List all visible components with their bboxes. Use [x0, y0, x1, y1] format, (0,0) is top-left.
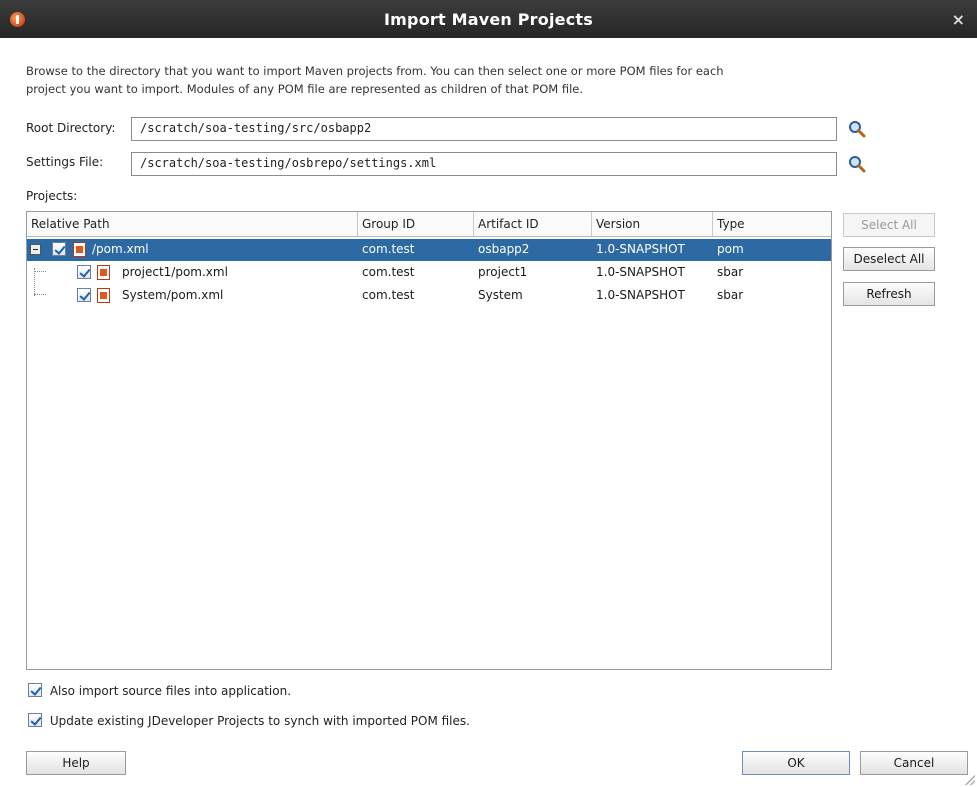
help-button[interactable]: Help [26, 751, 126, 775]
column-header-version[interactable]: Version [592, 212, 713, 237]
table-row[interactable]: System/pom.xml com.test System 1.0-SNAPS… [27, 285, 831, 307]
cell-type: sbar [717, 265, 744, 279]
projects-table[interactable]: Relative Path Group ID Artifact ID Versi… [26, 211, 832, 670]
pom-file-icon [97, 288, 110, 303]
select-all-button[interactable]: Select All [843, 213, 935, 237]
root-directory-field[interactable]: /scratch/soa-testing/src/osbapp2 [131, 117, 837, 141]
refresh-button[interactable]: Refresh [843, 282, 935, 306]
cell-group-id: com.test [362, 265, 415, 279]
column-header-group-id[interactable]: Group ID [358, 212, 474, 237]
cell-type: pom [717, 242, 744, 256]
cell-group-id: com.test [362, 242, 415, 256]
table-row[interactable]: project1/pom.xml com.test project1 1.0-S… [27, 262, 831, 284]
table-row[interactable]: /pom.xml com.test osbapp2 1.0-SNAPSHOT p… [27, 239, 831, 261]
settings-file-field[interactable]: /scratch/soa-testing/osbrepo/settings.xm… [131, 152, 837, 176]
update-projects-option[interactable]: Update existing JDeveloper Projects to s… [28, 711, 470, 728]
close-icon[interactable]: × [952, 10, 965, 29]
row-checkbox[interactable] [52, 242, 66, 256]
import-sources-option[interactable]: Also import source files into applicatio… [28, 681, 291, 698]
root-directory-browse-magnifier-icon[interactable] [848, 120, 866, 138]
cell-version: 1.0-SNAPSHOT [596, 265, 685, 279]
column-header-relative-path[interactable]: Relative Path [27, 212, 358, 237]
pom-file-icon [97, 265, 110, 280]
intro-text: Browse to the directory that you want to… [26, 62, 856, 98]
settings-file-label: Settings File: [26, 155, 104, 169]
deselect-all-button[interactable]: Deselect All [843, 247, 935, 271]
cell-version: 1.0-SNAPSHOT [596, 242, 685, 256]
collapse-icon[interactable] [30, 244, 41, 255]
settings-file-browse-magnifier-icon[interactable] [848, 155, 866, 173]
row-checkbox[interactable] [77, 288, 91, 302]
resize-grip-icon[interactable] [965, 775, 975, 785]
column-header-type[interactable]: Type [713, 212, 831, 237]
update-projects-checkbox[interactable] [28, 713, 42, 727]
title-bar: Import Maven Projects × [0, 0, 977, 38]
cell-relative-path: project1/pom.xml [122, 265, 228, 279]
table-header: Relative Path Group ID Artifact ID Versi… [27, 212, 831, 237]
column-header-artifact-id[interactable]: Artifact ID [474, 212, 592, 237]
intro-line-1: Browse to the directory that you want to… [26, 64, 724, 78]
ok-button[interactable]: OK [742, 751, 850, 775]
root-directory-label: Root Directory: [26, 121, 116, 135]
update-projects-label: Update existing JDeveloper Projects to s… [49, 714, 470, 728]
cell-artifact-id: osbapp2 [478, 242, 530, 256]
import-sources-checkbox[interactable] [28, 683, 42, 697]
cell-version: 1.0-SNAPSHOT [596, 288, 685, 302]
cell-artifact-id: project1 [478, 265, 528, 279]
cell-group-id: com.test [362, 288, 415, 302]
cell-artifact-id: System [478, 288, 523, 302]
cancel-button[interactable]: Cancel [860, 751, 968, 775]
projects-label: Projects: [26, 189, 78, 203]
cell-type: sbar [717, 288, 744, 302]
window-title: Import Maven Projects [384, 10, 593, 29]
cell-relative-path: System/pom.xml [122, 288, 224, 302]
pom-file-icon [73, 242, 86, 257]
intro-line-2: project you want to import. Modules of a… [26, 82, 583, 96]
row-checkbox[interactable] [77, 265, 91, 279]
import-sources-label: Also import source files into applicatio… [49, 684, 292, 698]
cell-relative-path: /pom.xml [92, 242, 149, 256]
